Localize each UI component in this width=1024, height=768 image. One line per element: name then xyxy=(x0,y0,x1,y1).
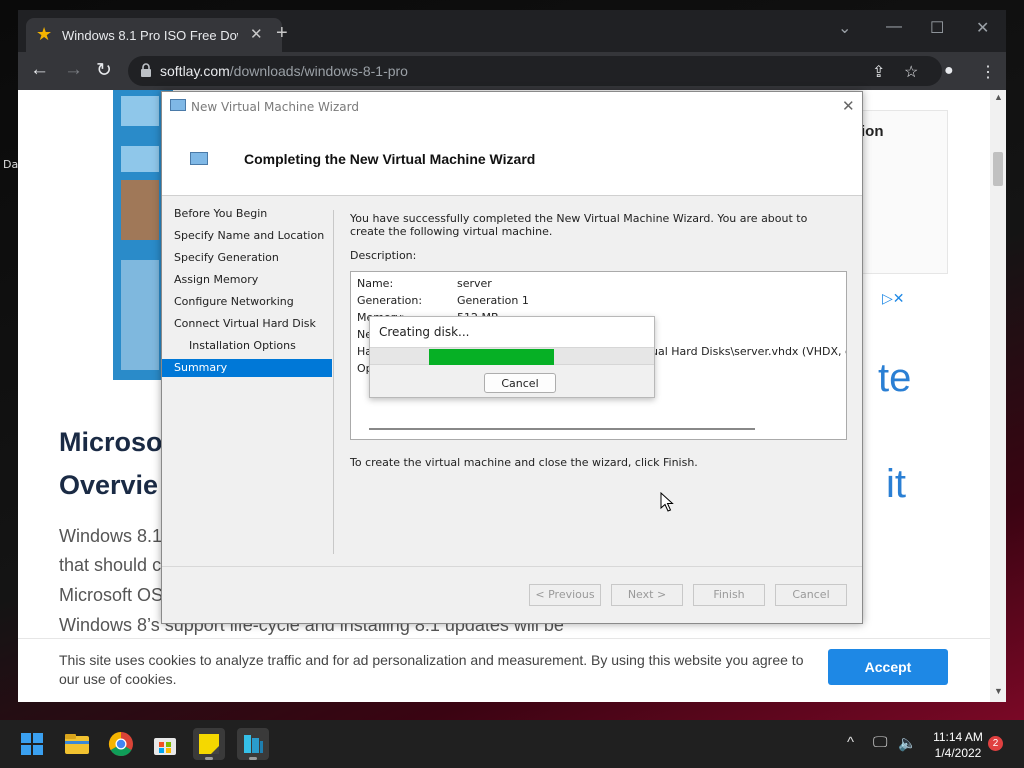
step-summary[interactable]: Summary xyxy=(162,359,332,377)
start-windows-icon[interactable] xyxy=(16,728,48,760)
screenshot-tile xyxy=(121,96,159,126)
microsoft-store-icon[interactable] xyxy=(149,728,181,760)
clock-time: 11:14 AM xyxy=(933,730,983,744)
sidebar-card-text: ion xyxy=(861,123,884,140)
sidebar-card: ion xyxy=(858,110,948,274)
tab-title: Windows 8.1 Pro ISO Free Download xyxy=(62,28,238,43)
progress-cancel-button[interactable]: Cancel xyxy=(484,373,556,393)
maximize-icon[interactable]: ☐ xyxy=(930,18,944,38)
minimize-icon[interactable]: — xyxy=(886,18,902,36)
next-button[interactable]: Next > xyxy=(611,584,683,606)
hyper-v-manager-icon xyxy=(244,735,263,753)
new-tab-icon[interactable]: + xyxy=(276,22,288,45)
sticky-notes-taskbar-button[interactable] xyxy=(193,728,225,760)
article-heading: Microso xyxy=(59,427,163,457)
detail-key: Name: xyxy=(357,277,394,290)
taskbar: ^ 🖵 🔈 11:14 AM 1/4/2022 2 xyxy=(0,720,1024,768)
wizard-window-title: New Virtual Machine Wizard xyxy=(191,100,359,114)
vm-wizard-icon xyxy=(170,99,186,111)
detail-value: Generation 1 xyxy=(457,294,529,307)
accept-cookies-button[interactable]: Accept xyxy=(828,649,948,685)
progress-bar-fill xyxy=(429,349,554,365)
progress-label: Creating disk... xyxy=(370,317,654,347)
volume-icon[interactable]: 🔈 xyxy=(898,734,917,752)
creating-disk-progress-dialog: Creating disk... Cancel xyxy=(369,316,655,398)
scrollbar-thumb[interactable] xyxy=(993,152,1003,186)
page-scrollbar[interactable]: ▲ ▼ xyxy=(990,90,1006,702)
tab-close-icon[interactable]: ✕ xyxy=(250,25,263,43)
step-before-you-begin[interactable]: Before You Begin xyxy=(162,205,332,223)
screenshot-photo-tile xyxy=(121,180,159,240)
summary-intro-text: You have successfully completed the New … xyxy=(350,212,808,238)
tab-search-chevron-icon[interactable]: ⌄ xyxy=(838,18,851,38)
url-text: softlay.com/downloads/windows-8-1-pro xyxy=(160,63,408,79)
step-networking[interactable]: Configure Networking xyxy=(162,293,332,311)
wizard-titlebar[interactable]: New Virtual Machine Wizard ✕ xyxy=(162,92,862,122)
step-generation[interactable]: Specify Generation xyxy=(162,249,332,267)
bookmark-star-icon[interactable]: ☆ xyxy=(904,62,918,82)
description-horizontal-scrollbar[interactable] xyxy=(369,428,755,430)
reload-icon[interactable]: ↻ xyxy=(96,59,112,82)
show-hidden-icons-chevron-icon[interactable]: ^ xyxy=(847,734,854,751)
scroll-up-arrow-icon[interactable]: ▲ xyxy=(994,92,1003,102)
article-paragraph-line: that should c xyxy=(59,555,162,575)
finish-button[interactable]: Finish xyxy=(693,584,765,606)
previous-button[interactable]: < Previous xyxy=(529,584,601,606)
ad-choices-icon[interactable]: ▷✕ xyxy=(882,290,905,307)
forward-arrow-icon[interactable]: → xyxy=(64,59,83,81)
more-menu-icon[interactable]: ⋮ xyxy=(980,62,996,82)
network-icon[interactable]: 🖵 xyxy=(873,734,887,751)
detail-value: server xyxy=(457,277,492,290)
ad-text: te xyxy=(878,356,912,400)
article-heading: Overvie xyxy=(59,470,159,500)
mouse-cursor-icon xyxy=(660,492,674,512)
virtual-machine-icon xyxy=(190,152,208,165)
tab-strip: ★ Windows 8.1 Pro ISO Free Download ✕ + … xyxy=(18,10,1006,52)
wizard-steps-list: Before You Begin Specify Name and Locati… xyxy=(162,196,332,566)
scroll-down-arrow-icon[interactable]: ▼ xyxy=(994,686,1003,696)
taskbar-clock[interactable]: 11:14 AM 1/4/2022 xyxy=(928,729,988,761)
screenshot-tile xyxy=(121,260,159,370)
hyper-v-manager-taskbar-button[interactable] xyxy=(237,728,269,760)
file-explorer-icon[interactable] xyxy=(61,728,93,760)
ad-text: it xyxy=(886,462,906,506)
browser-tab[interactable]: ★ Windows 8.1 Pro ISO Free Download ✕ xyxy=(26,18,282,52)
star-favicon-icon: ★ xyxy=(36,24,53,44)
wizard-heading: Completing the New Virtual Machine Wizar… xyxy=(244,151,536,167)
url-domain: softlay.com xyxy=(160,63,230,79)
lock-icon xyxy=(141,63,151,77)
window-close-icon[interactable]: ✕ xyxy=(976,18,989,38)
url-path: /downloads/windows-8-1-pro xyxy=(229,63,408,79)
finish-instruction-text: To create the virtual machine and close … xyxy=(350,456,698,469)
sticky-notes-icon xyxy=(199,734,219,754)
share-icon[interactable]: ⇪ xyxy=(872,62,885,82)
step-installation-options[interactable]: Installation Options xyxy=(162,337,332,355)
detail-key: Generation: xyxy=(357,294,423,307)
detail-value: ual Hard Disks\server.vhdx (VHDX, dyna xyxy=(651,345,846,358)
chrome-icon[interactable] xyxy=(105,728,137,760)
wizard-header: Completing the New Virtual Machine Wizar… xyxy=(162,122,862,196)
back-arrow-icon[interactable]: ← xyxy=(30,59,49,81)
article-paragraph-line: Microsoft OS xyxy=(59,585,164,605)
screenshot-tile xyxy=(121,146,159,172)
profile-icon[interactable]: ● xyxy=(944,62,954,80)
cookie-banner: This site uses cookies to analyze traffi… xyxy=(18,638,990,702)
step-assign-memory[interactable]: Assign Memory xyxy=(162,271,332,289)
address-bar[interactable]: softlay.com/downloads/windows-8-1-pro ⇪ … xyxy=(128,56,942,86)
wizard-footer-separator xyxy=(162,566,862,567)
notification-badge[interactable]: 2 xyxy=(988,736,1003,751)
desktop-icon-label[interactable]: Da xyxy=(3,158,18,171)
clock-date: 1/4/2022 xyxy=(934,746,982,760)
wizard-divider xyxy=(333,210,334,554)
article-paragraph-line: Windows 8.1 xyxy=(59,526,163,546)
description-label: Description: xyxy=(350,249,417,262)
progress-bar xyxy=(370,347,654,365)
cookie-text: This site uses cookies to analyze traffi… xyxy=(59,652,804,687)
advertisement[interactable]: ▷✕ te it xyxy=(858,290,948,630)
step-virtual-hard-disk[interactable]: Connect Virtual Hard Disk xyxy=(162,315,332,333)
wizard-close-icon[interactable]: ✕ xyxy=(842,97,855,115)
step-name-location[interactable]: Specify Name and Location xyxy=(162,227,332,245)
browser-toolbar: ← → ↻ softlay.com/downloads/windows-8-1-… xyxy=(18,52,1006,90)
wizard-cancel-button[interactable]: Cancel xyxy=(775,584,847,606)
